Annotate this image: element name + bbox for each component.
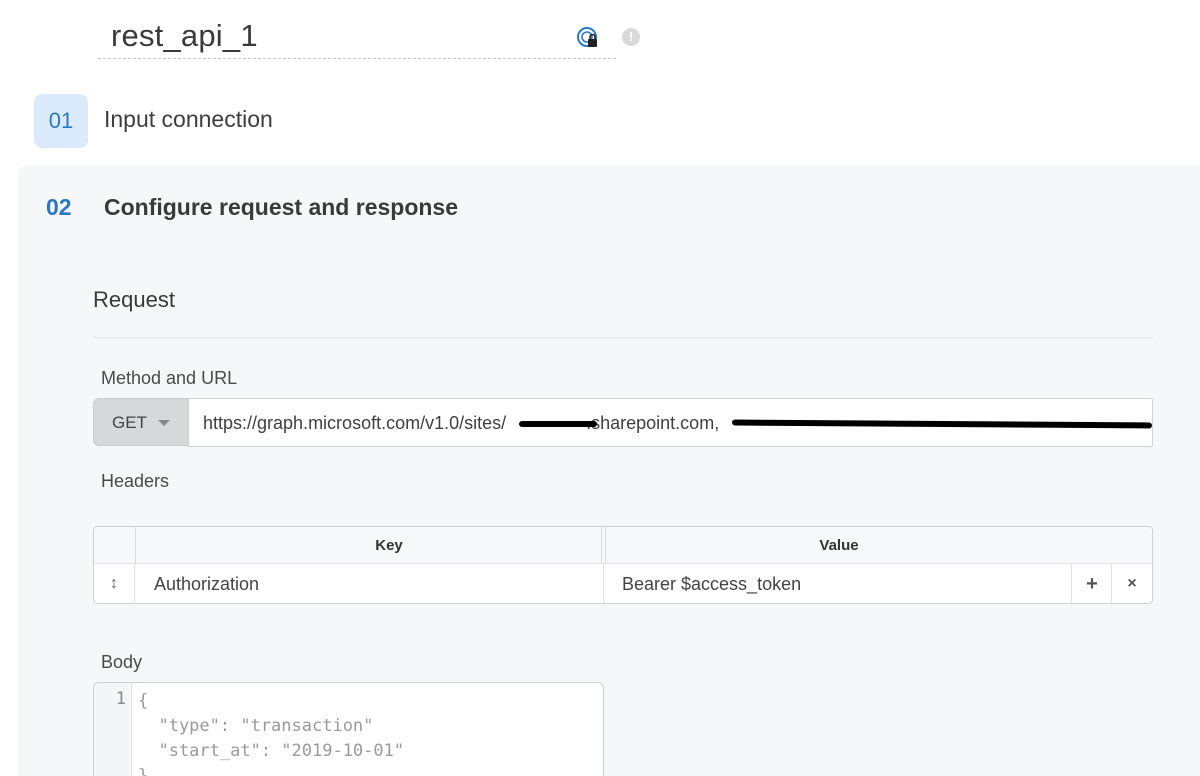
add-row-button[interactable]: + — [1072, 564, 1112, 603]
table-row: ↕ Authorization Bearer $access_token + × — [94, 564, 1152, 603]
connection-lock-icon[interactable] — [576, 26, 600, 50]
body-editor[interactable]: 1 { "type": "transaction" "start_at": "2… — [93, 682, 604, 776]
connection-name[interactable]: rest_api_1 — [111, 18, 258, 54]
header-value-cell[interactable]: Bearer $access_token — [622, 574, 801, 595]
url-middle: .sharepoint.com, — [586, 413, 720, 433]
step-1-label[interactable]: Input connection — [104, 106, 273, 133]
method-url-label: Method and URL — [101, 368, 238, 388]
url-text: https://graph.microsoft.com/v1.0/sites/.… — [203, 413, 719, 434]
url-prefix: https://graph.microsoft.com/v1.0/sites/ — [203, 413, 507, 433]
editor-gutter: 1 — [94, 683, 132, 776]
request-heading: Request — [93, 287, 175, 312]
step-2-number: 02 — [46, 194, 72, 220]
request-divider — [93, 337, 1153, 338]
line-number: 1 — [115, 689, 126, 709]
headers-table: Key Value ↕ Authorization Bearer $access… — [93, 526, 1153, 604]
url-input[interactable]: https://graph.microsoft.com/v1.0/sites/.… — [188, 398, 1153, 447]
column-divider[interactable] — [601, 527, 602, 564]
drag-handle-icon[interactable]: ↕ — [94, 564, 135, 603]
remove-row-button[interactable]: × — [1112, 564, 1152, 603]
connection-name-field[interactable]: rest_api_1 — [98, 14, 616, 59]
body-label: Body — [101, 652, 143, 672]
step-1-badge[interactable]: 01 — [34, 94, 88, 148]
column-header-value: Value — [819, 537, 859, 554]
method-value: GET — [112, 413, 147, 432]
method-dropdown[interactable]: GET — [93, 398, 189, 446]
info-icon[interactable]: ! — [622, 28, 640, 46]
chevron-down-icon — [158, 420, 170, 426]
header-key-cell[interactable]: Authorization — [154, 574, 259, 595]
headers-label: Headers — [101, 471, 170, 491]
cell-divider — [603, 564, 604, 603]
redaction-mark-2 — [731, 419, 1152, 429]
redaction-mark-1 — [519, 421, 597, 427]
column-header-key: Key — [375, 537, 403, 554]
body-code[interactable]: { "type": "transaction" "start_at": "201… — [138, 689, 404, 776]
headers-table-header: Key Value — [94, 527, 1152, 564]
step-2-label: Configure request and response — [104, 194, 459, 220]
